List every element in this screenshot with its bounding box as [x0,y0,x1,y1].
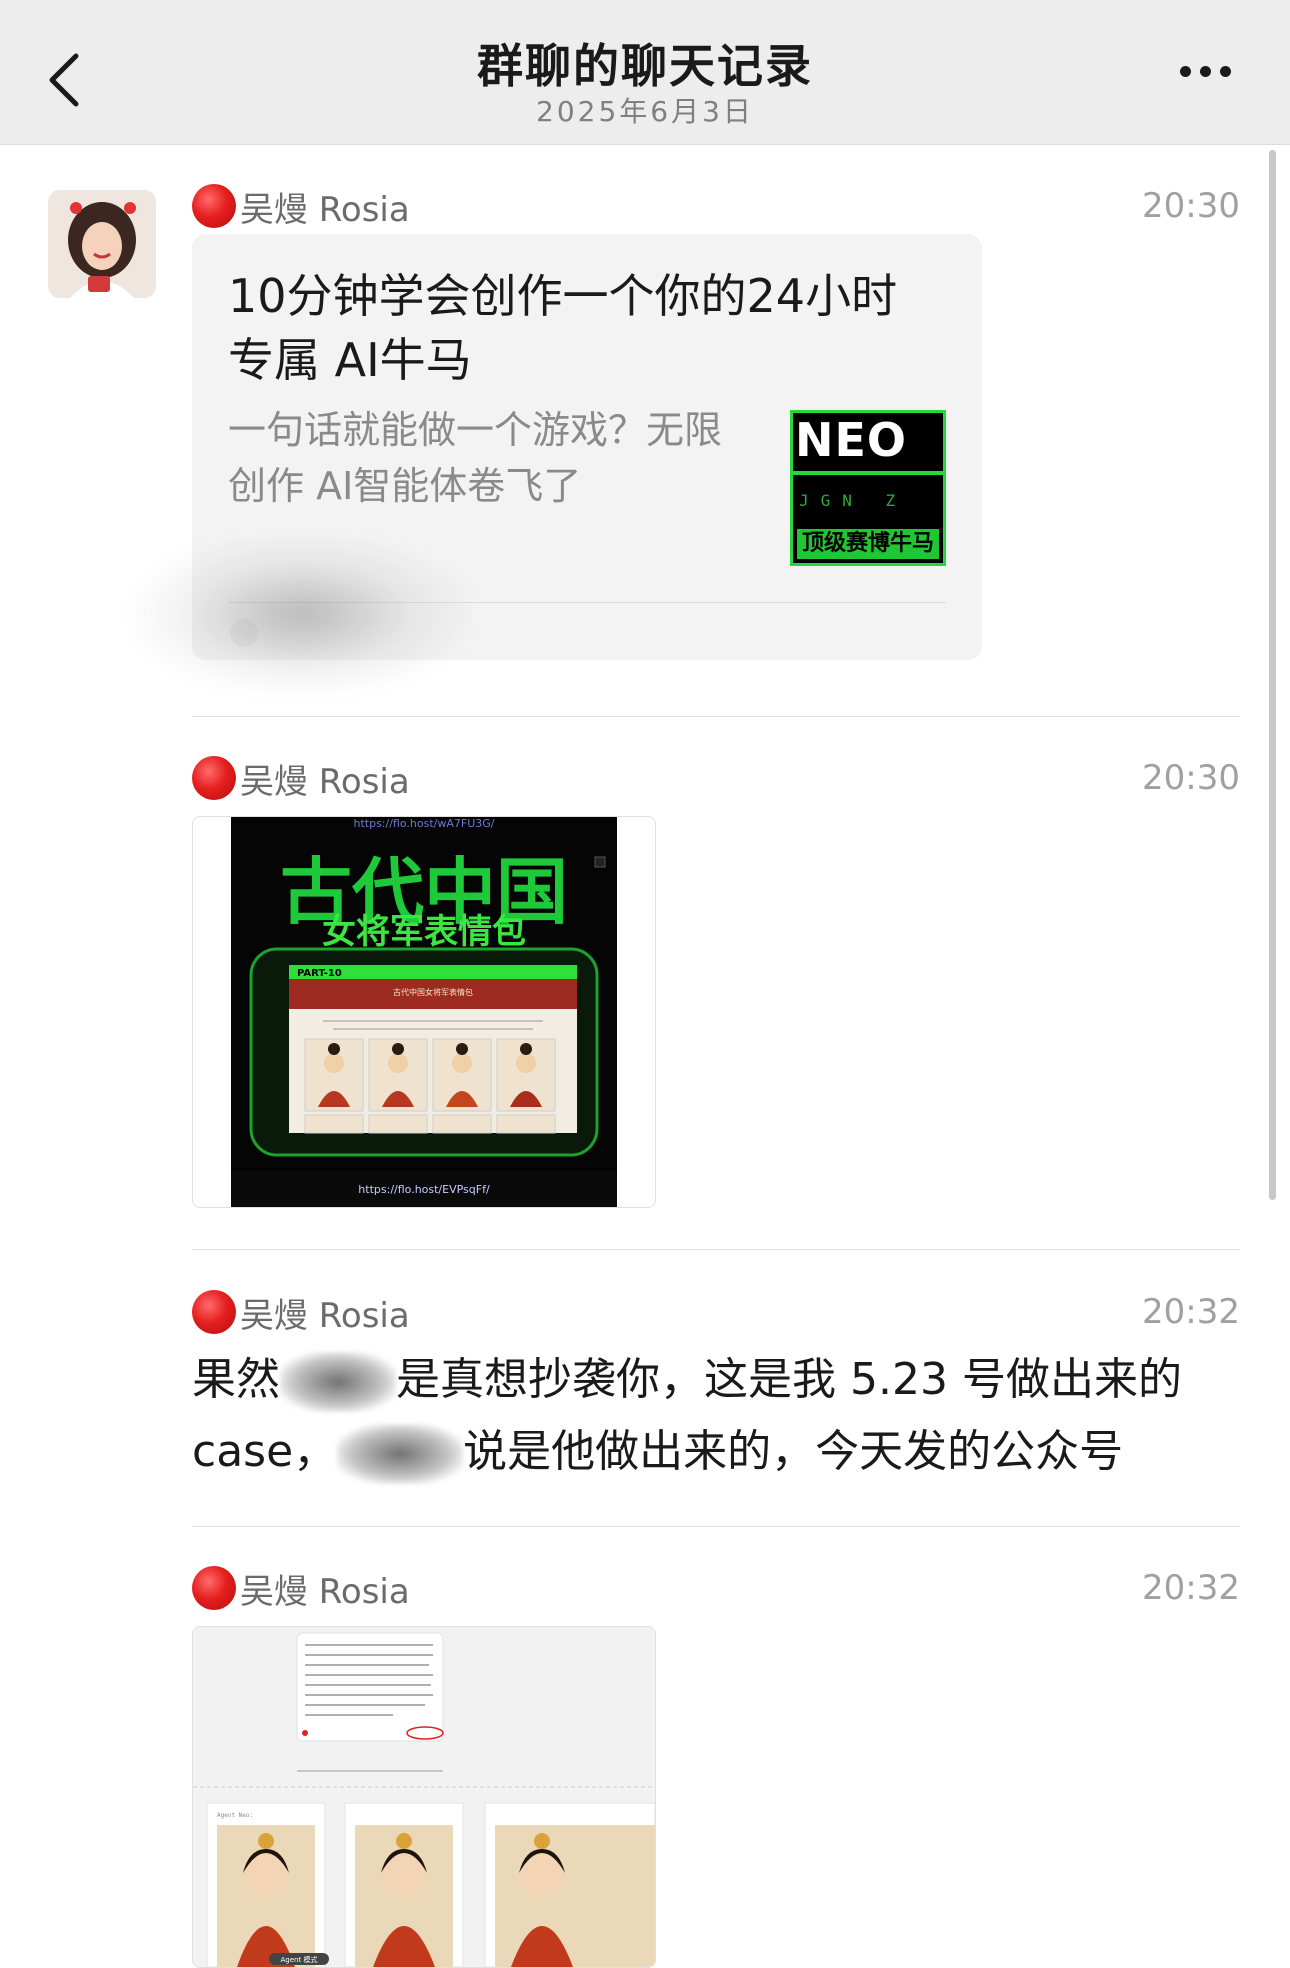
mode-label: Agent 模式 [281,1955,318,1964]
sender-name[interactable]: 吴熳 Rosia [240,1288,410,1337]
sender-row: 吴熳 Rosia [192,1564,410,1612]
message-divider [192,1526,1240,1527]
redacted-name [280,1352,396,1412]
message-divider [192,1249,1240,1250]
glitch-decoration: JGN Z [799,491,908,510]
avatar[interactable] [48,190,156,298]
message-item: 吴熳 Rosia 20:30 10分钟学会创作一个你的24小时专属 AI牛马 一… [132,182,1242,742]
panel-label: PART-10 [297,968,342,979]
message-item: 吴熳 Rosia 20:30 https://flo.host/wA7FU3G/… [192,754,1242,1214]
image-title-sub: 女将军表情包 [322,912,526,952]
redacted-name [337,1424,464,1484]
message-divider [192,716,1240,717]
message-time: 20:32 [1142,1292,1240,1332]
url-top: https://flo.host/wA7FU3G/ [354,817,495,830]
url-bottom: https://flo.host/EVPsqFf/ [358,1183,490,1196]
article-thumbnail: NEO JGN Z 顶级赛博牛马 [790,410,946,566]
image-attachment[interactable]: https://flo.host/wA7FU3G/ 古代中国 女将军表情包 PA… [192,816,656,1208]
sender-row: 吴熳 Rosia [192,1288,410,1336]
thumbnail-neo-text: NEO [795,413,908,467]
sender-name[interactable]: 吴熳 Rosia [240,182,410,231]
message-time: 20:32 [1142,1568,1240,1608]
sender-name[interactable]: 吴熳 Rosia [240,1564,410,1613]
text-part: 说是他做出来的，今天发的公众号 [463,1426,1124,1477]
red-circle-icon [192,184,236,228]
sender-row: 吴熳 Rosia [192,182,410,230]
article-description: 一句话就能做一个游戏？无限创作 AI智能体卷飞了 [228,408,723,508]
nav-header: 群聊的聊天记录 2025年6月3日 [0,0,1290,145]
red-circle-icon [192,1566,236,1610]
message-time: 20:30 [1142,758,1240,798]
sender-row: 吴熳 Rosia [192,754,410,802]
scrollbar[interactable] [1269,150,1276,1200]
page-title: 群聊的聊天记录 [477,39,813,93]
image-attachment[interactable]: Agent Neo: Agent 模式 [192,1626,656,1968]
message-text[interactable]: 果然 是真想抄袭你，这是我 5.23 号做出来的 case， 说是他做出来的，今天发… [192,1344,1242,1488]
agent-label: Agent Neo: [217,1812,253,1819]
message-time: 20:30 [1142,186,1240,226]
article-card[interactable]: 10分钟学会创作一个你的24小时专属 AI牛马 一句话就能做一个游戏？无限创作 … [132,234,982,694]
message-item: 吴熳 Rosia 20:32 果然 是真想抄袭你，这是我 5.23 号做出来的 c… [192,1288,1242,1518]
red-circle-icon [192,756,236,800]
more-options-icon[interactable] [1180,62,1240,96]
panel-heading: 古代中国女将军表情包 [393,987,473,997]
article-title: 10分钟学会创作一个你的24小时专属 AI牛马 [228,269,898,387]
red-circle-icon [192,1290,236,1334]
thumbnail-tag: 顶级赛博牛马 [797,529,939,559]
sender-name[interactable]: 吴熳 Rosia [240,754,410,803]
page-date: 2025年6月3日 [536,95,754,128]
message-item: 吴熳 Rosia 20:32 Agent Neo: Agent 模式 [192,1564,1242,1968]
text-part: 果然 [192,1354,280,1405]
redaction-smudge [132,534,472,694]
